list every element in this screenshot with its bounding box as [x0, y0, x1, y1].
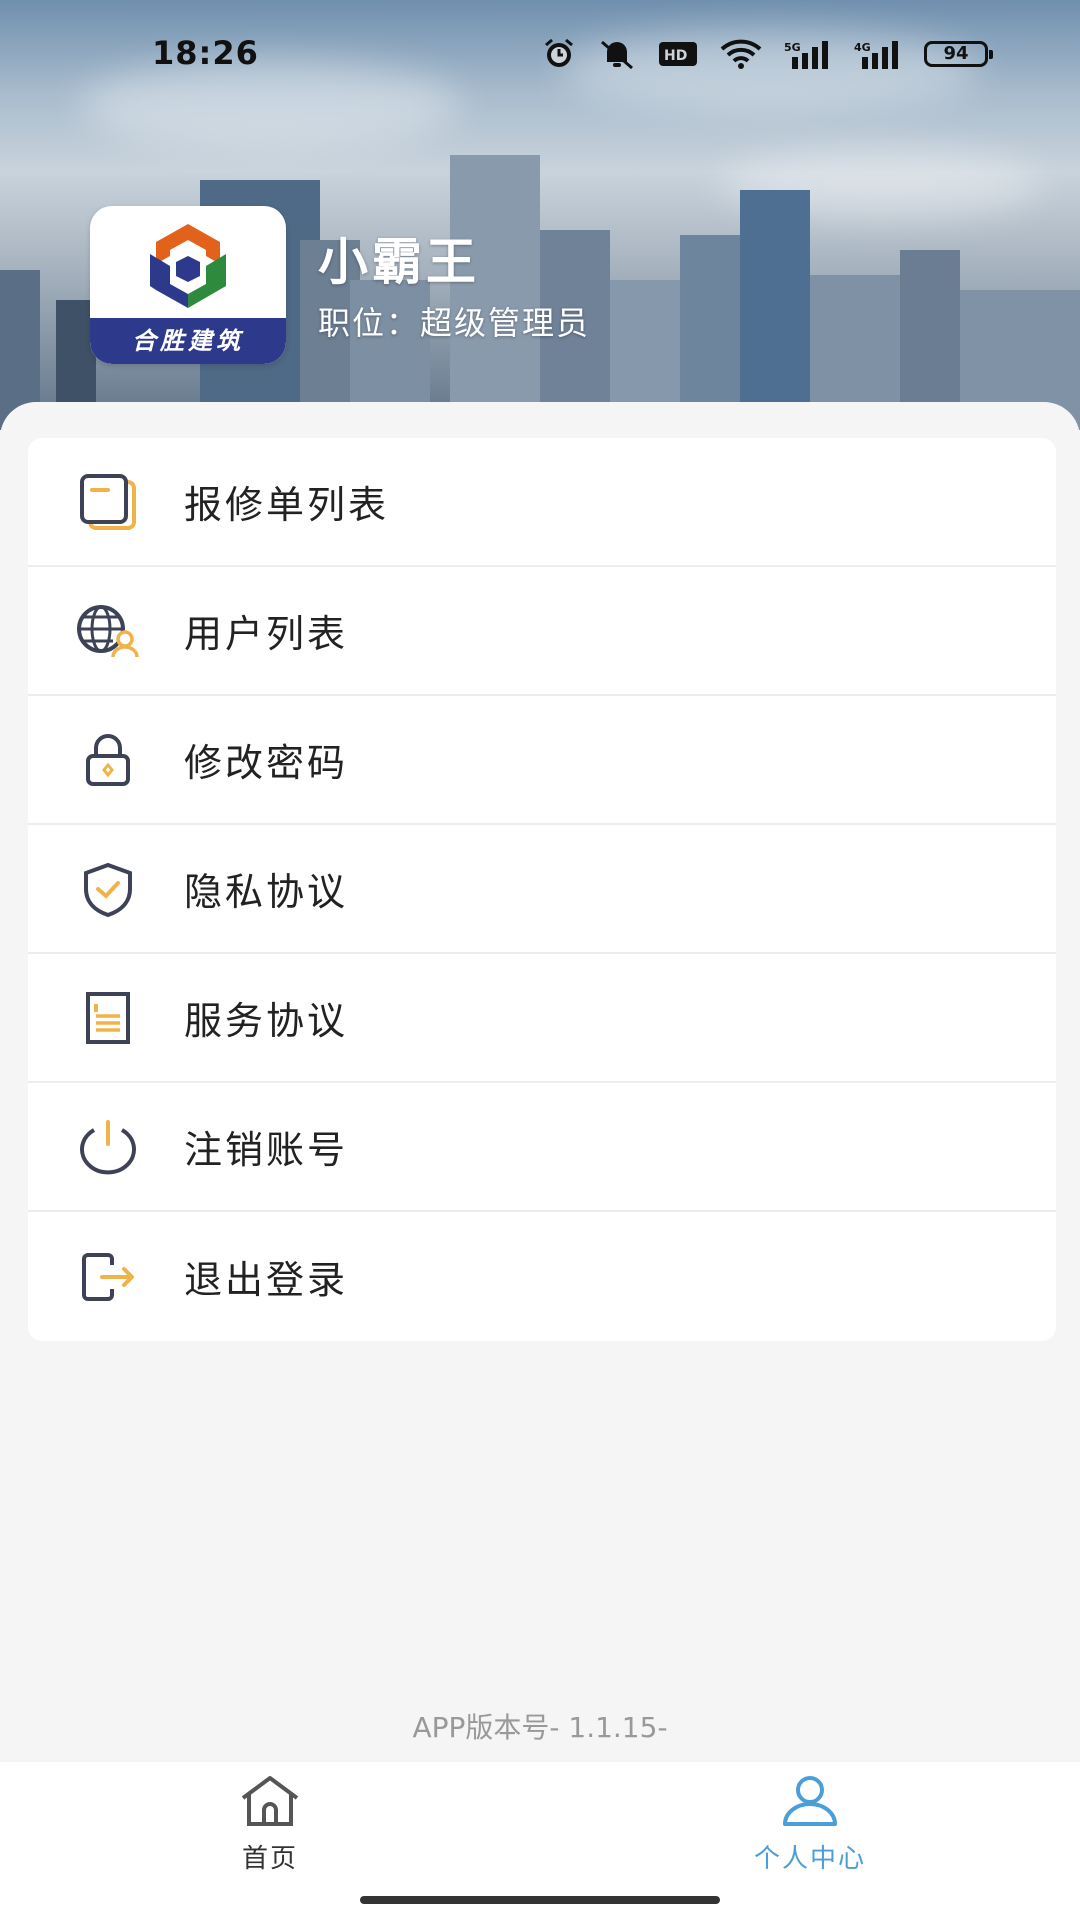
company-logo: 合胜建筑	[90, 206, 286, 364]
document-list-icon	[72, 466, 144, 538]
menu-item-repair-orders[interactable]: 报修单列表	[28, 438, 1056, 567]
tab-profile[interactable]: 个人中心	[710, 1774, 910, 1875]
menu-label: 隐私协议	[184, 870, 349, 914]
menu-item-user-list[interactable]: 用户列表	[28, 567, 1056, 696]
document-icon	[72, 982, 144, 1054]
status-bar: 18:26 HD 5G 4G 94	[0, 0, 1080, 110]
user-icon	[779, 1774, 841, 1832]
menu-label: 退出登录	[184, 1258, 349, 1302]
signal-5g-icon: 5G	[784, 39, 832, 69]
menu-label: 报修单列表	[184, 483, 390, 527]
logout-icon	[72, 1241, 144, 1313]
tab-label: 个人中心	[753, 1844, 866, 1874]
logo-mark-icon	[150, 224, 226, 308]
menu-item-privacy-policy[interactable]: 隐私协议	[28, 825, 1056, 954]
user-globe-icon	[72, 595, 144, 667]
home-indicator[interactable]	[360, 1896, 720, 1904]
user-name: 小霸王	[318, 233, 480, 291]
menu-item-service-agreement[interactable]: 服务协议	[28, 954, 1056, 1083]
svg-text:5G: 5G	[784, 41, 801, 54]
signal-4g-icon: 4G	[854, 39, 902, 69]
hd-icon: HD	[658, 41, 698, 67]
power-icon	[72, 1111, 144, 1183]
svg-text:HD: HD	[664, 48, 687, 64]
menu-list: 报修单列表 用户列表 修改密码 隐私协议 服务协议 注销账号 退出登录	[28, 438, 1056, 1341]
app-version: APP版本号- 1.1.15-	[412, 1711, 668, 1744]
menu-label: 服务协议	[184, 999, 349, 1043]
tab-home[interactable]: 首页	[170, 1774, 370, 1875]
menu-label: 注销账号	[184, 1128, 349, 1172]
user-role: 职位：超级管理员	[318, 304, 591, 342]
tab-label: 首页	[241, 1844, 298, 1874]
svg-text:4G: 4G	[854, 41, 871, 54]
battery-icon: 94	[924, 41, 993, 67]
menu-label: 修改密码	[184, 741, 349, 785]
alarm-icon	[542, 37, 576, 71]
lock-icon	[72, 724, 144, 796]
home-icon	[237, 1774, 303, 1832]
mute-icon	[598, 38, 636, 70]
shield-check-icon	[72, 853, 144, 925]
menu-label: 用户列表	[184, 612, 349, 656]
menu-item-delete-account[interactable]: 注销账号	[28, 1083, 1056, 1212]
menu-item-change-password[interactable]: 修改密码	[28, 696, 1056, 825]
status-time: 18:26	[152, 34, 259, 72]
content-panel: 报修单列表 用户列表 修改密码 隐私协议 服务协议 注销账号 退出登录	[0, 402, 1080, 1762]
wifi-icon	[720, 39, 762, 69]
logo-text: 合胜建筑	[90, 318, 286, 364]
menu-item-logout[interactable]: 退出登录	[28, 1212, 1056, 1341]
